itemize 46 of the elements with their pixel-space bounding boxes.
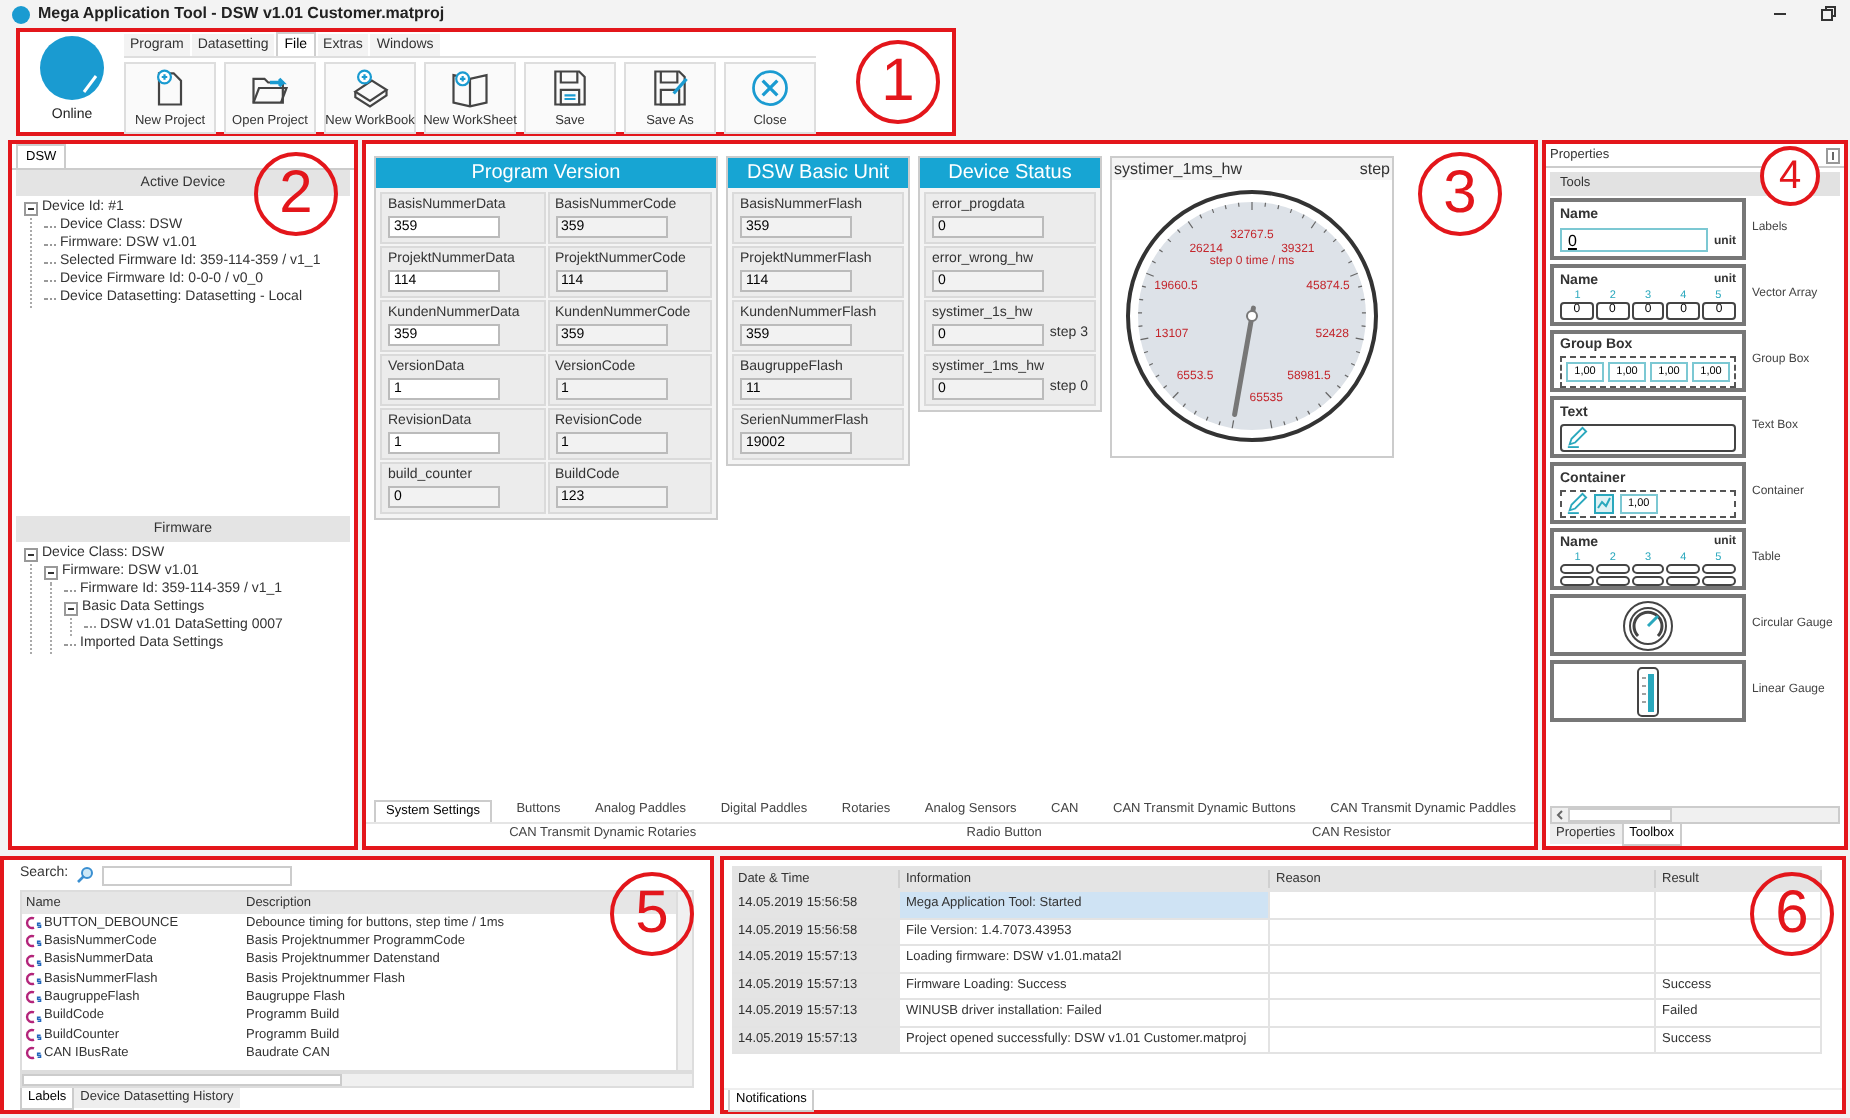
group-title: Device Status	[920, 158, 1100, 188]
collapse-icon[interactable]	[44, 566, 58, 580]
class-icon	[24, 1046, 42, 1061]
pencil-icon	[1566, 492, 1588, 514]
restore-icon[interactable]	[1818, 4, 1838, 24]
chart-icon	[1594, 493, 1614, 513]
callout-number: 1	[856, 40, 940, 124]
callout-number: 2	[254, 152, 338, 236]
vertical-scrollbar[interactable]	[676, 892, 692, 1070]
callout-number: 6	[1750, 872, 1834, 956]
collapse-icon[interactable]	[64, 602, 78, 616]
tool-card[interactable]	[1550, 660, 1746, 722]
close-icon	[748, 65, 792, 110]
class-icon	[24, 1027, 42, 1042]
collapse-icon[interactable]	[24, 202, 38, 216]
horizontal-scrollbar[interactable]	[20, 1072, 694, 1088]
app-logo-icon	[12, 5, 30, 23]
gauge-title: systimer_1ms_hw	[1114, 158, 1243, 180]
class-icon	[24, 990, 42, 1005]
window-title: Mega Application Tool - DSW v1.01 Customer.matproj	[38, 2, 445, 26]
step-label: step	[1359, 158, 1390, 180]
collapse-icon[interactable]	[24, 548, 38, 562]
scroll-left-icon[interactable]	[1552, 808, 1568, 822]
open-book-icon	[448, 65, 492, 110]
book-icon	[348, 65, 392, 110]
group-title: DSW Basic Unit	[728, 158, 908, 188]
class-icon	[24, 1009, 42, 1024]
class-icon	[24, 953, 42, 968]
class-icon	[24, 916, 42, 931]
search-icon	[76, 866, 95, 884]
callout-number: 3	[1418, 152, 1502, 236]
search-field[interactable]	[102, 865, 293, 885]
tool-card[interactable]	[1550, 594, 1746, 656]
online-logo-icon	[40, 36, 104, 101]
pencil-icon	[1566, 426, 1588, 448]
value-field: 0	[1560, 228, 1708, 252]
class-icon	[24, 934, 42, 949]
callout-number: 5	[610, 872, 694, 956]
horizontal-scrollbar[interactable]	[1550, 806, 1840, 824]
circular-gauge-icon	[1622, 599, 1674, 651]
linear-gauge-icon	[1636, 665, 1660, 717]
callout-number: 4	[1760, 146, 1820, 206]
floppy-pen-icon	[648, 65, 692, 110]
group-title: Program Version	[376, 158, 716, 188]
class-icon	[24, 972, 42, 987]
pin-icon[interactable]	[1826, 147, 1840, 163]
